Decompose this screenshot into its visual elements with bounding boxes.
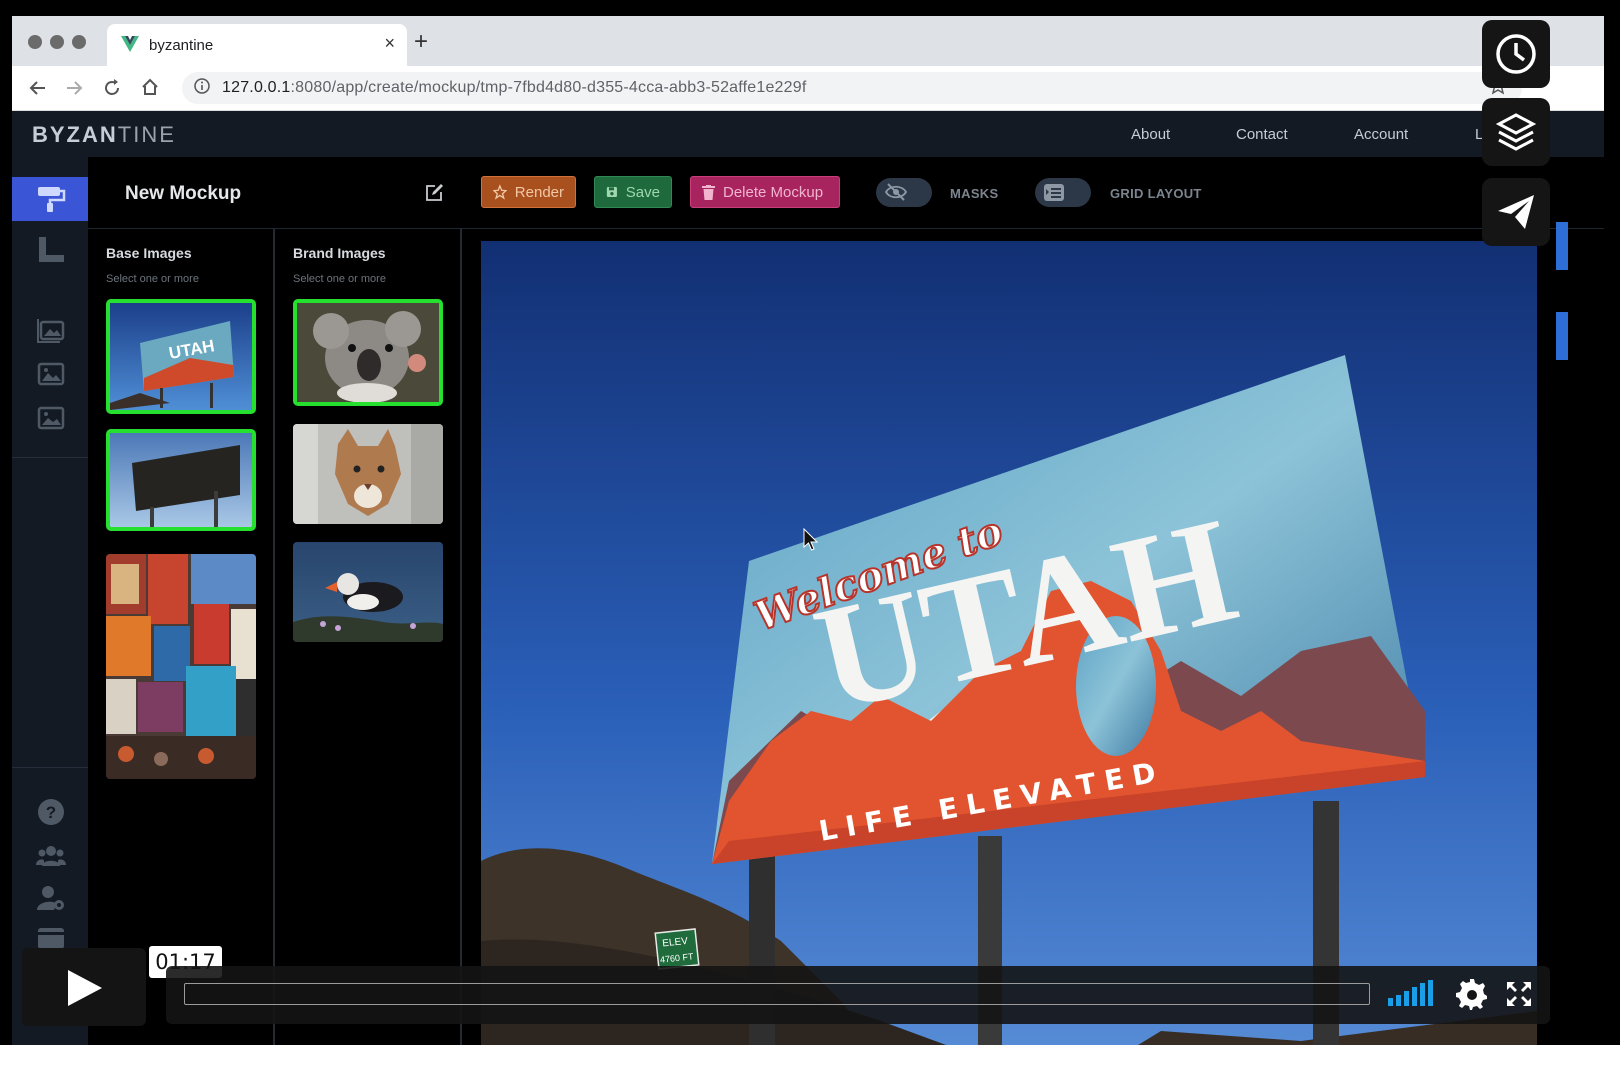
paper-plane-icon bbox=[1498, 195, 1534, 229]
user-settings-icon[interactable] bbox=[36, 883, 66, 913]
mouse-cursor-icon bbox=[803, 528, 819, 551]
app-navbar: BYZANTINE About Contact Account Lo bbox=[12, 111, 1604, 157]
floppy-disk-icon bbox=[606, 186, 617, 198]
save-button[interactable]: Save bbox=[594, 176, 672, 208]
app-root: BYZANTINE About Contact Account Lo ? » N… bbox=[12, 111, 1604, 1080]
delete-mockup-button[interactable]: Delete Mockup bbox=[690, 176, 840, 208]
base-images-heading: Base Images bbox=[106, 245, 192, 261]
page-bottom-strip bbox=[0, 1045, 1620, 1088]
side-tab-1 bbox=[1556, 222, 1568, 270]
left-sidebar: ? » bbox=[12, 157, 88, 1080]
image-icon[interactable] bbox=[36, 359, 66, 389]
close-window-dot[interactable] bbox=[28, 35, 42, 49]
side-tab-2 bbox=[1556, 312, 1568, 360]
blank-billboard-thumbnail bbox=[110, 433, 252, 527]
grid-layout-label: GRID LAYOUT bbox=[1110, 186, 1202, 201]
cougar-thumbnail bbox=[293, 424, 443, 524]
list-indent-icon bbox=[1044, 184, 1064, 201]
byzantine-logo[interactable]: BYZANTINE bbox=[32, 122, 176, 148]
brand-image-puffin[interactable] bbox=[293, 542, 443, 642]
image-gallery-icon[interactable] bbox=[36, 315, 66, 345]
brand-images-heading: Brand Images bbox=[293, 245, 386, 261]
screenshot-stage: { "browser": { "tab_title": "byzantine",… bbox=[0, 0, 1620, 1088]
settings-gear-icon[interactable] bbox=[1456, 978, 1488, 1010]
brand-images-panel: Brand Images Select one or more bbox=[275, 229, 462, 1080]
maximize-window-dot[interactable] bbox=[72, 35, 86, 49]
brand-image-koala[interactable] bbox=[293, 299, 443, 406]
help-icon[interactable]: ? bbox=[36, 797, 66, 827]
sidebar-item-mockups[interactable] bbox=[12, 177, 88, 221]
render-label: Render bbox=[514, 183, 564, 201]
svg-text:?: ? bbox=[46, 803, 56, 822]
paint-roller-icon bbox=[38, 187, 66, 212]
times-square-thumbnail bbox=[106, 554, 256, 779]
layers-icon bbox=[1495, 113, 1537, 151]
tab-close-icon[interactable]: × bbox=[384, 33, 395, 54]
play-button[interactable] bbox=[22, 948, 146, 1026]
player-control-bar bbox=[166, 966, 1550, 1024]
fullscreen-icon[interactable] bbox=[1506, 981, 1532, 1007]
tab-title: byzantine bbox=[149, 37, 214, 54]
brand-images-hint: Select one or more bbox=[293, 273, 386, 285]
mockup-preview-image: Welcome to UTAH LIFE ELEVATED ELEV 4760 … bbox=[481, 241, 1537, 1080]
reload-icon[interactable] bbox=[102, 78, 122, 98]
users-icon[interactable] bbox=[36, 841, 66, 871]
url-text: 127.0.0.1:8080/app/create/mockup/tmp-7fb… bbox=[222, 79, 807, 97]
minimize-window-dot[interactable] bbox=[50, 35, 64, 49]
base-images-hint: Select one or more bbox=[106, 273, 199, 285]
brand-image-cougar[interactable] bbox=[293, 424, 443, 524]
masks-label: MASKS bbox=[950, 186, 999, 201]
collections-button[interactable] bbox=[1482, 98, 1550, 166]
play-icon bbox=[68, 970, 102, 1006]
grid-layout-toggle[interactable] bbox=[1035, 178, 1091, 207]
koala-thumbnail bbox=[297, 303, 439, 402]
new-tab-icon[interactable]: + bbox=[414, 28, 428, 56]
edit-title-icon[interactable] bbox=[424, 183, 444, 203]
back-arrow-icon[interactable] bbox=[28, 78, 48, 98]
magic-star-icon bbox=[493, 184, 507, 200]
watch-later-button[interactable] bbox=[1482, 20, 1550, 88]
tab-bar: byzantine × + bbox=[12, 16, 1604, 66]
site-info-icon[interactable] bbox=[194, 78, 210, 94]
delete-label: Delete Mockup bbox=[723, 183, 824, 201]
masks-toggle[interactable] bbox=[876, 178, 932, 207]
mockup-canvas[interactable]: Welcome to UTAH LIFE ELEVATED ELEV 4760 … bbox=[481, 241, 1537, 1080]
address-bar[interactable]: 127.0.0.1:8080/app/create/mockup/tmp-7fb… bbox=[182, 72, 1522, 104]
browser-toolbar: 127.0.0.1:8080/app/create/mockup/tmp-7fb… bbox=[12, 66, 1604, 111]
url-host: 127.0.0.1 bbox=[222, 79, 291, 96]
ruler-icon[interactable] bbox=[36, 235, 66, 265]
progress-bar[interactable] bbox=[184, 983, 1370, 1005]
volume-bars-icon[interactable] bbox=[1388, 980, 1436, 1006]
eye-slash-icon bbox=[885, 183, 907, 201]
save-label: Save bbox=[625, 183, 660, 201]
nav-account-link[interactable]: Account bbox=[1354, 126, 1408, 143]
share-button[interactable] bbox=[1482, 178, 1550, 246]
editor-header: New Mockup Render Save Delete Mockup MAS… bbox=[88, 157, 1604, 229]
render-button[interactable]: Render bbox=[481, 176, 576, 208]
vue-favicon-icon bbox=[121, 36, 139, 52]
puffin-thumbnail bbox=[293, 542, 443, 642]
logo-part-1: BYZAN bbox=[32, 122, 118, 147]
home-icon[interactable] bbox=[140, 77, 160, 97]
logo-part-2: TINE bbox=[117, 122, 176, 147]
base-image-blank-billboard[interactable] bbox=[106, 429, 256, 531]
forward-arrow-icon[interactable] bbox=[64, 78, 84, 98]
base-image-times-square[interactable] bbox=[106, 554, 256, 779]
mockup-title: New Mockup bbox=[125, 183, 242, 204]
clock-icon bbox=[1496, 34, 1536, 74]
trash-icon bbox=[702, 184, 715, 200]
utah-billboard-thumbnail: UTAH bbox=[110, 303, 252, 410]
base-image-utah-billboard[interactable]: UTAH bbox=[106, 299, 256, 414]
nav-contact-link[interactable]: Contact bbox=[1236, 126, 1288, 143]
picture-icon[interactable] bbox=[36, 403, 66, 433]
browser-tab[interactable]: byzantine × bbox=[107, 24, 407, 66]
nav-about-link[interactable]: About bbox=[1131, 126, 1170, 143]
url-path: :8080/app/create/mockup/tmp-7fbd4d80-d35… bbox=[290, 79, 807, 96]
